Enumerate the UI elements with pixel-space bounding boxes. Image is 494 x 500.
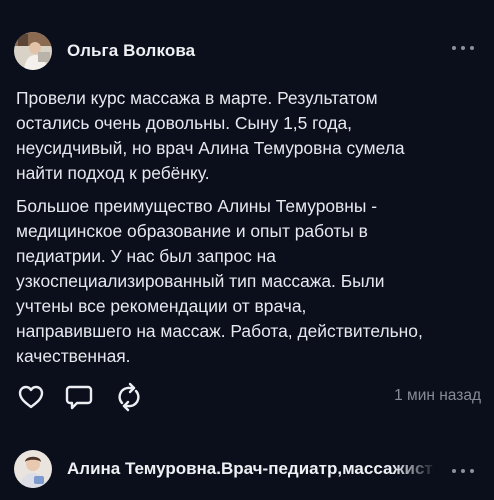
comment-bubble-icon[interactable] xyxy=(64,382,94,412)
post-timestamp: 1 мин назад xyxy=(394,387,481,404)
next-author-name[interactable]: Алина Темуровна.Врач-педиатр,массажист xyxy=(67,459,437,479)
author-name[interactable]: Ольга Волкова xyxy=(67,41,195,61)
heart-icon[interactable] xyxy=(16,382,46,412)
more-dots-icon[interactable] xyxy=(452,465,474,477)
more-dots-icon[interactable] xyxy=(452,42,474,54)
repost-arrows-icon[interactable] xyxy=(114,382,144,412)
post-text-paragraph-2: Большое преимущество Алины Темуровны - м… xyxy=(16,196,423,366)
post-header: Ольга Волкова xyxy=(14,30,480,72)
next-author-avatar[interactable] xyxy=(14,450,52,488)
next-avatar-photo xyxy=(14,450,52,488)
post-divider xyxy=(0,430,494,431)
avatar-photo xyxy=(14,32,52,70)
author-avatar[interactable] xyxy=(14,32,52,70)
post-actions: 1 мин назад xyxy=(16,380,482,414)
next-post-header: Алина Темуровна.Врач-педиатр,массажист xyxy=(14,448,480,490)
post-text-paragraph-1: Провели курс массажа в марте. Результато… xyxy=(16,88,405,183)
